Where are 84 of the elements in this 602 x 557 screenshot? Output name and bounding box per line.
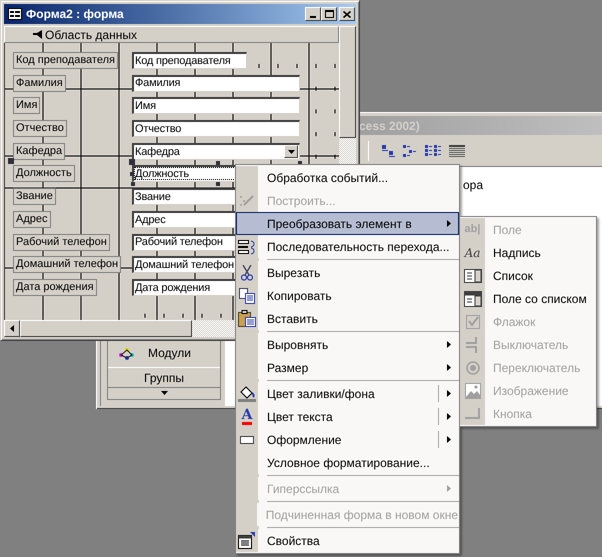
combo-box-icon (464, 290, 482, 306)
minimize-button[interactable] (305, 7, 321, 21)
field-label[interactable]: Имя (13, 97, 40, 114)
small-icons-icon[interactable] (403, 144, 417, 156)
field-label[interactable]: Фамилия (13, 74, 66, 92)
submenu-arrow-icon (447, 436, 451, 443)
form-icon (8, 8, 22, 20)
selection-handle[interactable] (130, 172, 134, 176)
menu-item[interactable]: Вставить (236, 307, 459, 330)
field-label[interactable]: Дата рождения (13, 278, 97, 296)
window-title: Форма2 : форма (26, 6, 125, 23)
text-field[interactable]: Код преподавателя (132, 52, 247, 69)
field-label[interactable]: Звание (13, 188, 56, 206)
menu-item[interactable]: Список (460, 264, 596, 287)
list-box-icon (464, 268, 482, 282)
label-icon: Aa (464, 244, 480, 262)
menu-item[interactable]: Выровнять (236, 333, 459, 356)
details-view-icon[interactable] (449, 144, 465, 156)
copy-icon (239, 288, 255, 304)
list-item-text: ора (463, 178, 484, 192)
menu-item[interactable]: Цвет заливки/фона (236, 382, 459, 405)
sidebar-item[interactable]: Модули (108, 338, 220, 367)
button-icon (464, 408, 480, 420)
maximize-button[interactable] (321, 7, 337, 21)
list-view-icon[interactable] (425, 144, 441, 156)
sidebar-item-label: Модули (148, 344, 191, 362)
section-header[interactable]: Область данных (4, 26, 339, 43)
menu-item[interactable]: Оформление (236, 428, 459, 451)
combo-box[interactable]: Кафедра (132, 142, 300, 160)
submenu-arrow-icon (447, 485, 451, 492)
section-marker-icon (33, 30, 43, 39)
scroll-left-button[interactable] (4, 320, 20, 337)
modules-icon (118, 346, 136, 360)
menu-item[interactable]: Поле со списком (460, 287, 596, 310)
selection-handle[interactable] (216, 161, 220, 166)
submenu-arrow-icon (447, 413, 451, 420)
menu-item[interactable]: A Цвет текста (236, 405, 459, 428)
image-icon (464, 382, 480, 398)
scroll-left-icon (10, 325, 14, 332)
border-style-icon (240, 436, 254, 444)
scroll-down-icon[interactable] (160, 391, 168, 395)
menu-item[interactable]: Вырезать (236, 261, 459, 284)
submenu-arrow-icon (447, 220, 451, 227)
menu-item[interactable]: Преобразовать элемент в (236, 212, 459, 235)
scroll-thumb[interactable] (339, 26, 356, 138)
selection-handle[interactable] (216, 182, 220, 186)
field-label[interactable]: Рабочий телефон (13, 234, 110, 250)
close-button[interactable] (339, 7, 355, 21)
radio-icon (466, 360, 480, 374)
maximize-icon (324, 10, 334, 18)
field-label[interactable]: Кафедра (13, 142, 66, 160)
submenu-arrow-icon (447, 390, 451, 397)
text-field[interactable]: Отчество (132, 120, 300, 138)
selection-handle[interactable] (8, 158, 14, 164)
text-field[interactable]: Фамилия (132, 74, 300, 92)
scissors-icon (241, 264, 253, 280)
menu-item[interactable]: Свойства (236, 529, 459, 552)
menu-item[interactable]: Условное форматирование... (236, 451, 459, 474)
menu-item[interactable]: Размер (236, 356, 459, 379)
checkbox-icon (466, 314, 480, 328)
clipboard-icon (238, 310, 256, 327)
properties-icon (238, 532, 256, 549)
dropdown-button[interactable] (284, 145, 298, 158)
field-label[interactable]: Адрес (13, 210, 50, 228)
paint-bucket-icon (238, 386, 256, 402)
close-icon (343, 10, 351, 18)
menu-item[interactable]: Последовательность перехода... (236, 235, 459, 258)
group-bar[interactable]: Группы (108, 367, 220, 387)
large-icons-icon[interactable] (381, 144, 395, 156)
caret-icon (288, 150, 294, 154)
field-label[interactable]: Домашний телефон (13, 256, 122, 274)
selection-handle[interactable] (131, 182, 135, 186)
tab-order-icon (238, 238, 256, 254)
wand-icon (239, 192, 255, 208)
submenu-arrow-icon (447, 364, 451, 371)
field-label[interactable]: Код преподавателя (13, 52, 118, 69)
text-field[interactable]: Имя (132, 97, 300, 114)
minimize-icon (310, 16, 316, 18)
field-label[interactable]: Отчество (13, 120, 67, 138)
menu-item[interactable]: Aa Надпись (460, 241, 596, 264)
scroll-thumb[interactable] (20, 320, 192, 337)
submenu-arrow-icon (447, 341, 451, 348)
section-label: Область данных (45, 26, 137, 44)
toggle-icon (466, 336, 480, 352)
